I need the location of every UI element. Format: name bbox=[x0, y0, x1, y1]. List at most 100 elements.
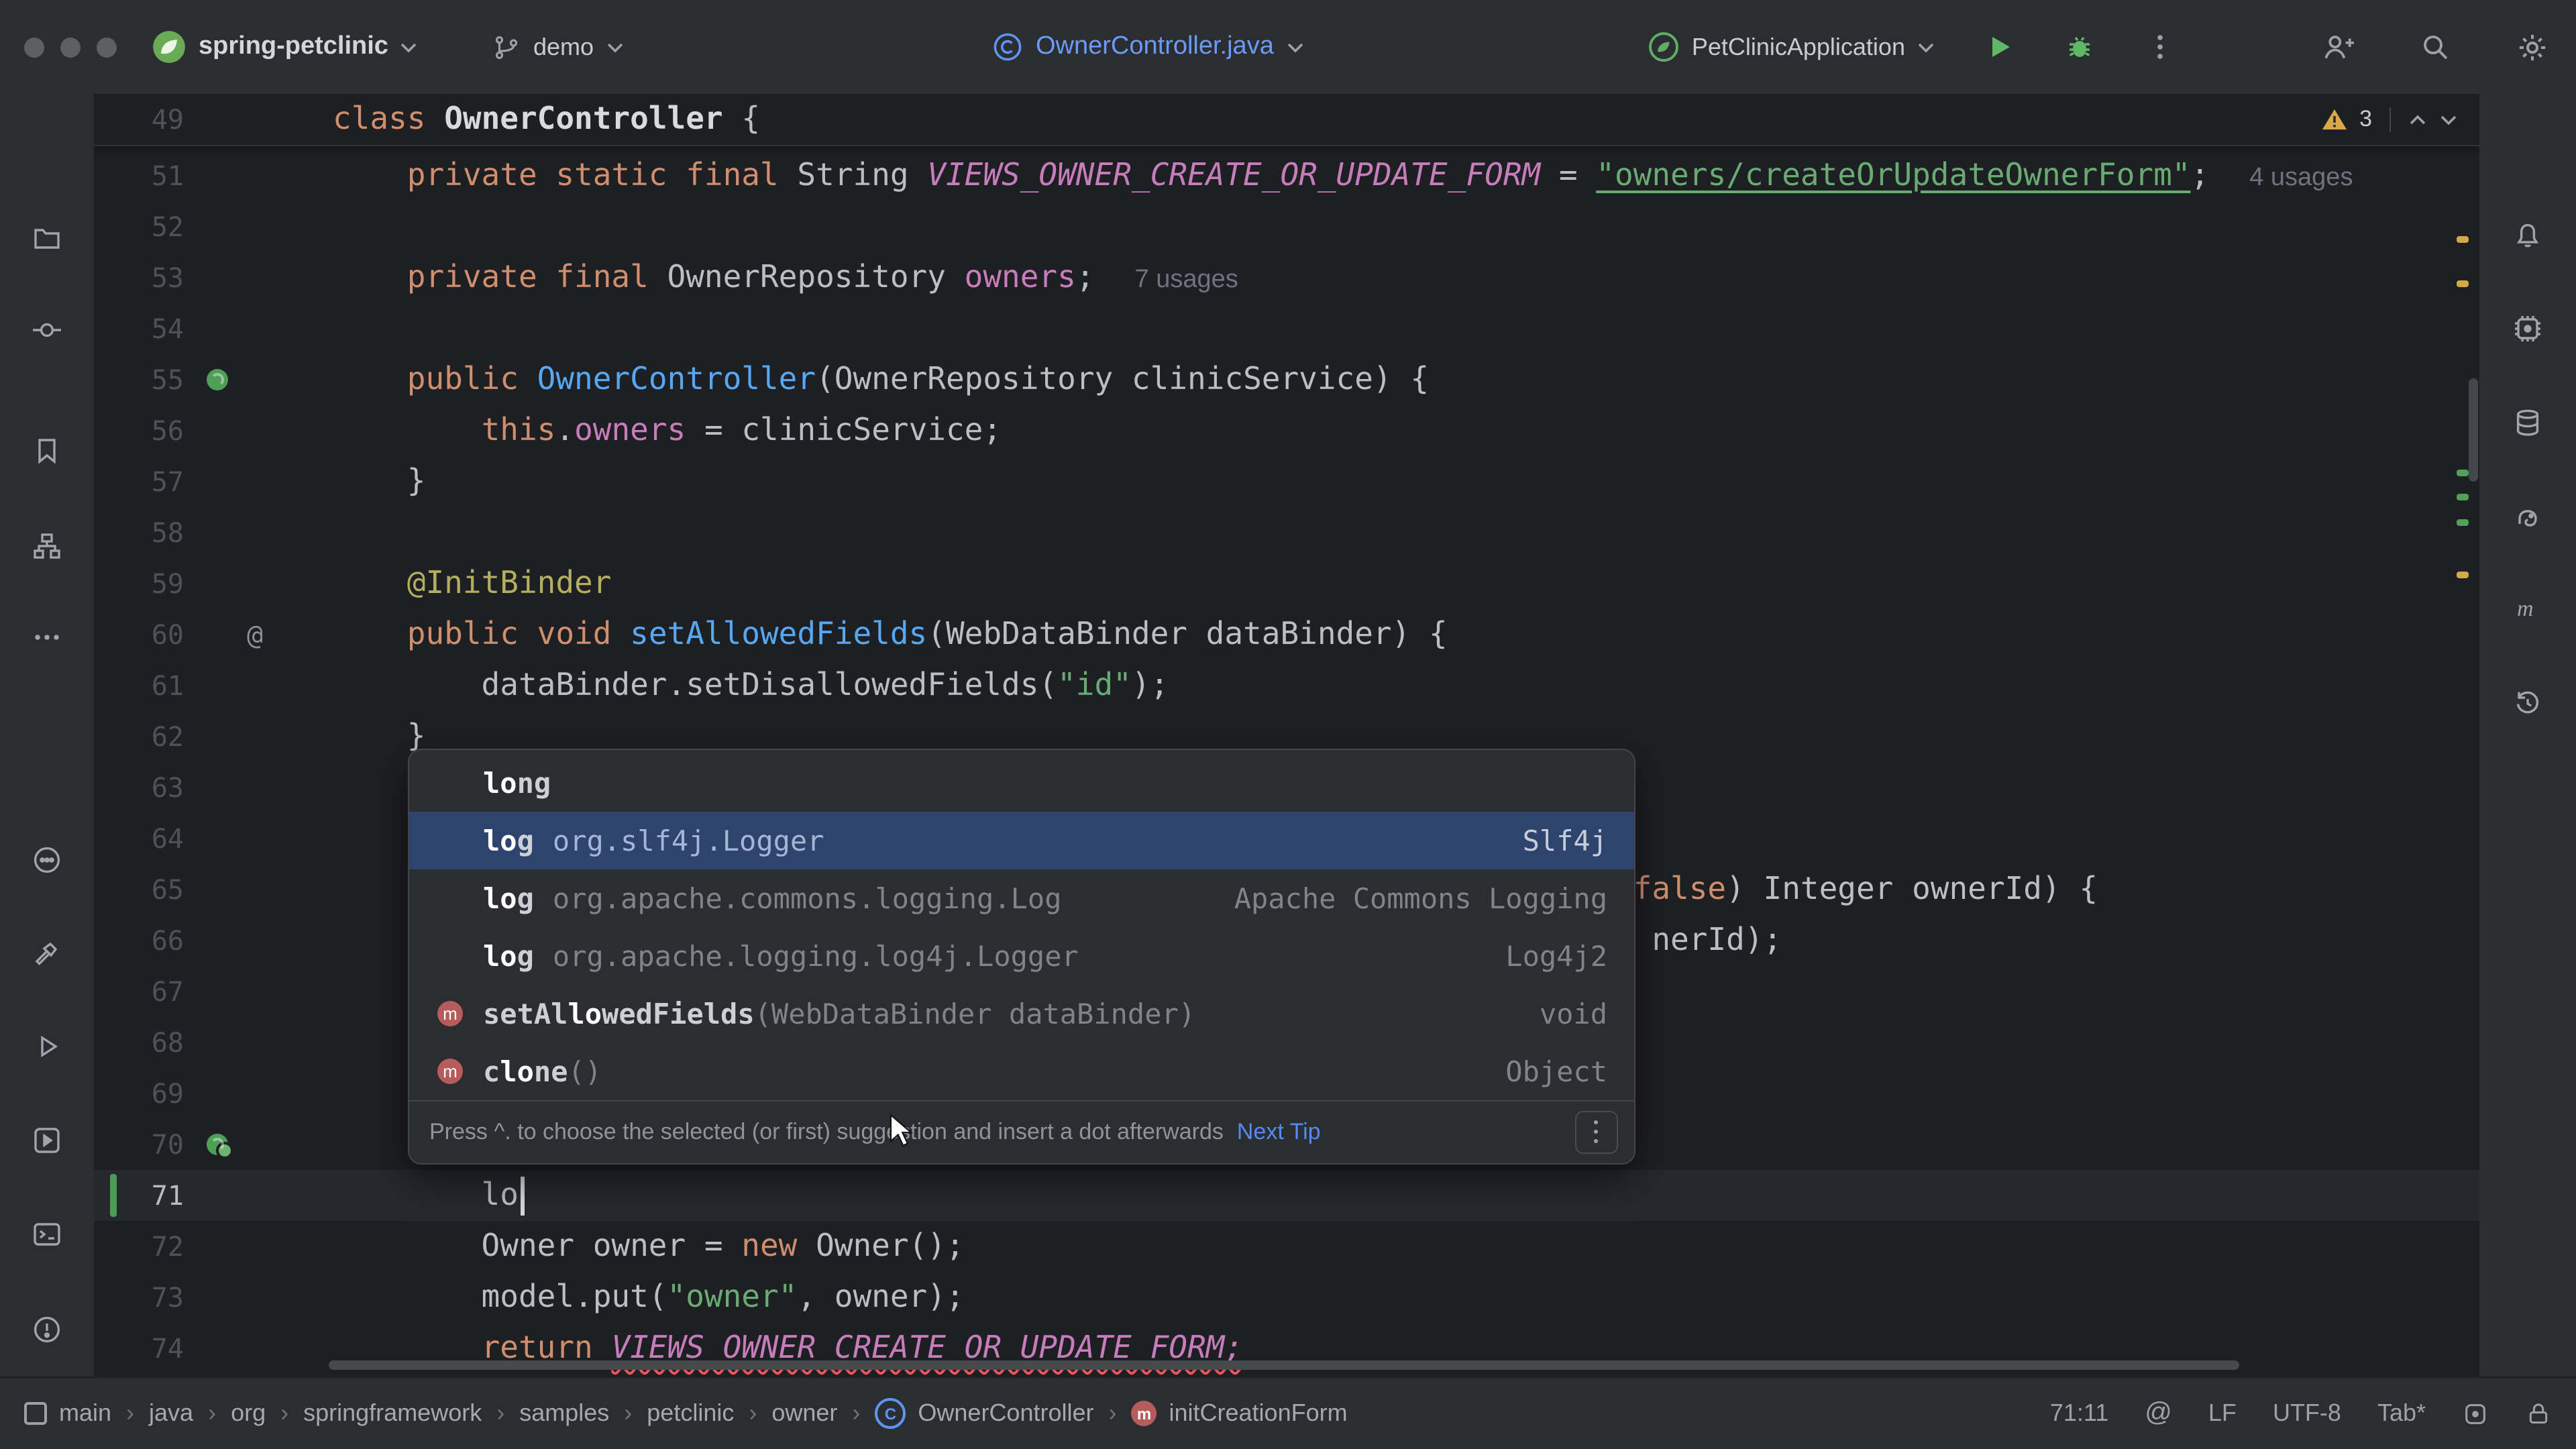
ai-assistant-button[interactable] bbox=[2512, 313, 2544, 345]
lock-icon[interactable] bbox=[2525, 1400, 2552, 1427]
completion-item[interactable]: setAllowedFields(WebDataBinder dataBinde… bbox=[409, 985, 1634, 1042]
spring-bean-gutter-icon[interactable] bbox=[207, 1134, 228, 1155]
vcs-branch-widget[interactable]: demo bbox=[493, 33, 623, 61]
analysis-stripe-mark[interactable] bbox=[2457, 280, 2469, 287]
branch-name: demo bbox=[533, 33, 594, 61]
code-line-51[interactable]: 51 private static final String VIEWS_OWN… bbox=[94, 150, 2479, 201]
vertical-scrollbar[interactable] bbox=[2469, 378, 2478, 482]
analysis-stripe-mark[interactable] bbox=[2457, 572, 2469, 578]
zoom-window-icon[interactable] bbox=[97, 37, 117, 57]
code-line-61[interactable]: 61 dataBinder.setDisallowedFields("id"); bbox=[94, 660, 2479, 711]
error-stripe[interactable] bbox=[2457, 145, 2470, 1377]
more-tool-windows-button[interactable] bbox=[31, 621, 63, 653]
ai-status-icon[interactable] bbox=[2462, 1400, 2489, 1427]
line-separator[interactable]: LF bbox=[2208, 1399, 2237, 1428]
breadcrumb-initCreationForm[interactable]: initCreationForm bbox=[1132, 1399, 1348, 1428]
terminal-tool-button[interactable] bbox=[31, 1218, 63, 1250]
problems-tool-button[interactable] bbox=[31, 1313, 63, 1346]
code-line-55[interactable]: 55 public OwnerController(OwnerRepositor… bbox=[94, 354, 2479, 405]
services-tool-button[interactable] bbox=[31, 1124, 63, 1157]
code-line-56[interactable]: 56 this.owners = clinicService; bbox=[94, 405, 2479, 456]
project-tool-button[interactable] bbox=[31, 223, 63, 255]
analysis-stripe-mark[interactable] bbox=[2457, 519, 2469, 526]
code-line-59[interactable]: 59 @InitBinder bbox=[94, 558, 2479, 609]
notifications-button[interactable] bbox=[2512, 219, 2544, 251]
breadcrumb-owner[interactable]: owner bbox=[771, 1399, 837, 1428]
completion-item[interactable]: logorg.apache.logging.log4j.LoggerLog4j2 bbox=[409, 927, 1634, 985]
class-icon bbox=[993, 32, 1022, 62]
run-tool-button[interactable] bbox=[31, 1030, 63, 1063]
database-button[interactable] bbox=[2512, 407, 2544, 439]
bug-icon bbox=[2063, 31, 2096, 63]
horizontal-scrollbar[interactable] bbox=[329, 1360, 2239, 1370]
code-line-58[interactable]: 58 bbox=[94, 507, 2479, 558]
at-icon[interactable] bbox=[2145, 1398, 2172, 1429]
structure-tool-button[interactable] bbox=[31, 530, 63, 562]
more-actions-button[interactable] bbox=[2144, 31, 2176, 63]
code-line-54[interactable]: 54 bbox=[94, 303, 2479, 354]
code-line-73[interactable]: 73 model.put("owner", owner); bbox=[94, 1272, 2479, 1323]
settings-button[interactable] bbox=[2516, 30, 2549, 64]
breadcrumb-petclinic[interactable]: petclinic bbox=[647, 1399, 734, 1428]
breadcrumb-separator-icon: › bbox=[852, 1399, 860, 1428]
file-encoding[interactable]: UTF-8 bbox=[2273, 1399, 2341, 1428]
completion-item[interactable]: logorg.apache.commons.logging.LogApache … bbox=[409, 869, 1634, 927]
annotation-gutter-icon[interactable]: @ bbox=[247, 609, 263, 660]
code-with-me-button[interactable] bbox=[2321, 30, 2355, 64]
code-line-72[interactable]: 72 Owner owner = new Owner(); bbox=[94, 1221, 2479, 1272]
debug-button[interactable] bbox=[2063, 31, 2096, 63]
ai-chip-icon bbox=[2512, 313, 2544, 345]
project-widget[interactable]: spring-petclinic bbox=[152, 30, 418, 64]
run-button[interactable] bbox=[1983, 31, 2015, 63]
commit-tool-button[interactable] bbox=[31, 314, 63, 346]
breadcrumb-springframework[interactable]: springframework bbox=[303, 1399, 482, 1428]
analysis-stripe-mark[interactable] bbox=[2457, 494, 2469, 500]
search-everywhere-button[interactable] bbox=[2419, 31, 2451, 63]
completion-item[interactable]: long bbox=[409, 754, 1634, 812]
breadcrumb-org[interactable]: org bbox=[231, 1399, 266, 1428]
breadcrumb-java[interactable]: java bbox=[149, 1399, 193, 1428]
indent-style[interactable]: Tab* bbox=[2377, 1399, 2426, 1428]
caret-position[interactable]: 71:11 bbox=[2050, 1399, 2108, 1428]
code-line-60[interactable]: 60@ public void setAllowedFields(WebData… bbox=[94, 609, 2479, 660]
completion-hint-bar: Press ^. to choose the selected (or firs… bbox=[409, 1100, 1634, 1163]
chevron-up-icon[interactable] bbox=[2408, 113, 2427, 125]
close-window-icon[interactable] bbox=[24, 37, 44, 57]
settings-sync-button[interactable] bbox=[31, 844, 63, 876]
run-configuration-widget[interactable]: PetClinicApplication bbox=[1648, 31, 1935, 63]
line-number: 59 bbox=[94, 558, 184, 609]
completion-item-tail: org.apache.logging.log4j.Logger bbox=[553, 940, 1505, 972]
completion-item[interactable]: clone()Object bbox=[409, 1042, 1634, 1100]
chevron-down-icon bbox=[400, 41, 418, 53]
bookmarks-tool-button[interactable] bbox=[31, 435, 63, 467]
next-tip-link[interactable]: Next Tip bbox=[1237, 1119, 1321, 1146]
line-number: 60 bbox=[94, 609, 184, 660]
code-line-52[interactable]: 52 bbox=[94, 201, 2479, 252]
completion-item[interactable]: logorg.slf4j.LoggerSlf4j bbox=[409, 812, 1634, 869]
chevron-down-icon[interactable] bbox=[2439, 113, 2458, 125]
line-number: 51 bbox=[94, 150, 184, 201]
maven-button[interactable]: m bbox=[2512, 593, 2544, 625]
analysis-stripe-mark[interactable] bbox=[2457, 236, 2469, 243]
spring-bean-gutter-icon[interactable] bbox=[207, 369, 228, 390]
build-tool-button[interactable] bbox=[31, 936, 63, 969]
breadcrumb-separator-icon: › bbox=[280, 1399, 288, 1428]
code-line-53[interactable]: 53 private final OwnerRepository owners;… bbox=[94, 252, 2479, 303]
recent-locations-button[interactable] bbox=[2512, 687, 2544, 719]
gradle-button[interactable] bbox=[2512, 502, 2544, 534]
editor[interactable]: 51 private static final String VIEWS_OWN… bbox=[94, 94, 2479, 1377]
inspections-widget[interactable]: 3 bbox=[2320, 99, 2458, 140]
usages-inlay-hint[interactable]: 4 usages bbox=[2249, 164, 2353, 192]
file-switcher[interactable]: OwnerController.java bbox=[993, 0, 1305, 94]
breadcrumb-main[interactable]: main bbox=[24, 1399, 111, 1428]
usages-inlay-hint[interactable]: 7 usages bbox=[1135, 266, 1238, 294]
popup-menu-button[interactable] bbox=[1575, 1111, 1618, 1154]
window-controls[interactable] bbox=[0, 37, 152, 57]
breadcrumb-samples[interactable]: samples bbox=[519, 1399, 609, 1428]
code-line-57[interactable]: 57 } bbox=[94, 456, 2479, 507]
breadcrumb-OwnerController[interactable]: OwnerController bbox=[875, 1398, 1093, 1429]
minimize-window-icon[interactable] bbox=[60, 37, 80, 57]
code-line-71[interactable]: 71 lo bbox=[94, 1170, 2479, 1221]
analysis-stripe-mark[interactable] bbox=[2457, 470, 2469, 476]
sticky-line[interactable]: 49 class OwnerController { 3 bbox=[94, 94, 2479, 146]
